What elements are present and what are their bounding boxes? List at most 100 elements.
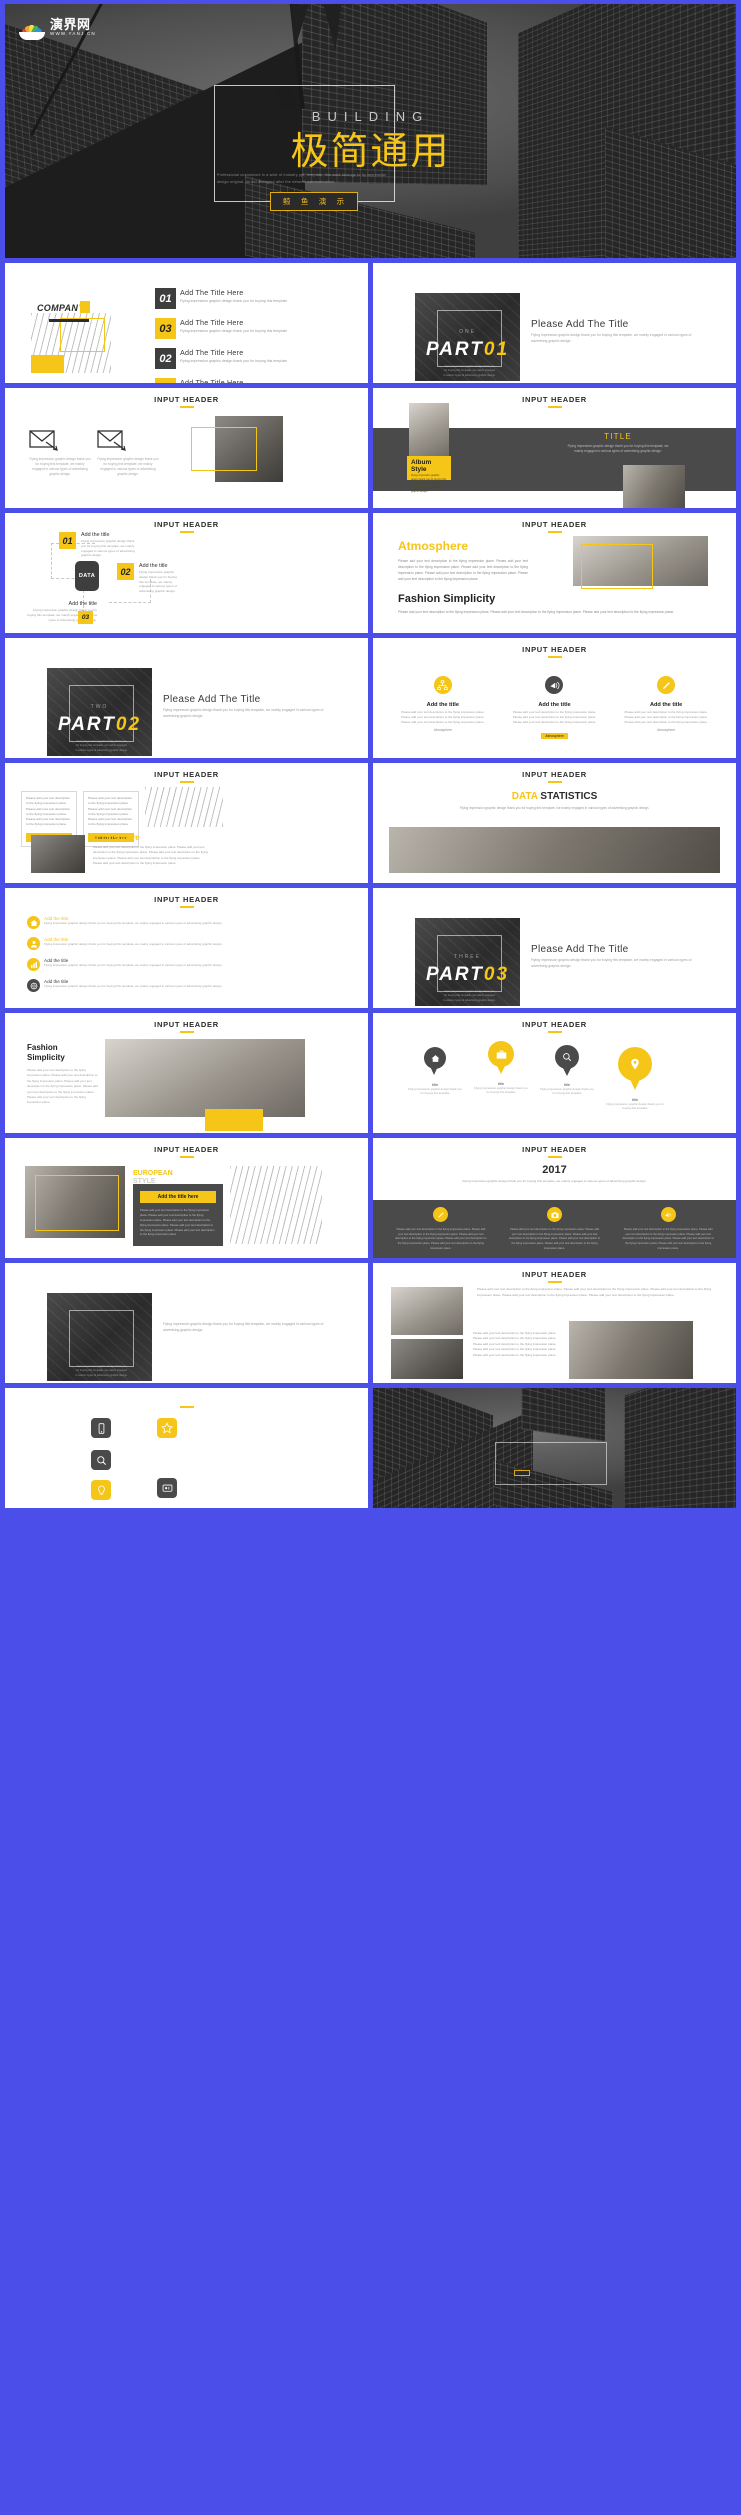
slide-part-01[interactable]: ONE PART01 Flying impression graphic des…	[373, 263, 736, 383]
icon-card[interactable]: Add the title Please add your text descr…	[510, 676, 598, 742]
feature-1[interactable]: Flying impression graphic design thank y…	[29, 430, 91, 478]
slide-header: INPUT HEADER	[522, 520, 587, 529]
card-body: Please add your text description to the …	[26, 796, 71, 827]
slide-european-style[interactable]: INPUT HEADER EUROPEAN STYLE Add the title…	[5, 1138, 368, 1258]
part-eyebrow: THREE	[454, 954, 481, 960]
step-title: Add the title	[81, 532, 110, 538]
slide-fashion-simplicity-photo[interactable]: INPUT HEADER Fashion Simplicity Please ad…	[5, 1013, 368, 1133]
slide-header: INPUT HEADER	[522, 770, 587, 779]
list-item[interactable]: Add the title Flying impression graphic …	[27, 937, 327, 950]
fashion-body: Please add your text description to the …	[398, 610, 675, 614]
part-label: PART03	[425, 964, 510, 985]
card-body: Please add your text description to the …	[508, 1228, 601, 1250]
card-button[interactable]: Add the title here	[140, 1191, 216, 1203]
slide-album-style[interactable]: INPUT HEADER Album Style Flying impressi…	[373, 388, 736, 508]
slide-header: INPUT HEADER	[154, 770, 219, 779]
office-photo-1	[391, 1287, 463, 1335]
step-1[interactable]: 01 Add the title Flying impression graph…	[59, 532, 136, 558]
slide-company-overview[interactable]: COMPANY 01 Add The Title Here Flying imp…	[5, 263, 368, 383]
grid-item[interactable]	[157, 1418, 247, 1438]
part-label: PART02	[57, 714, 142, 735]
slide-icon-grid-4[interactable]	[5, 1388, 368, 1508]
pin-card[interactable]: title Flying impression graphic design t…	[407, 1047, 463, 1096]
slide-atmosphere-photos[interactable]: INPUT HEADER Please add your text descri…	[373, 1263, 736, 1383]
pin-card[interactable]: title Flying impression graphic design t…	[539, 1045, 595, 1096]
slide-part-03[interactable]: THREE PART03 Flying impression graphic d…	[373, 888, 736, 1008]
step-number: 02	[117, 563, 134, 580]
grid-item[interactable]	[29, 1480, 111, 1500]
item-number: 03	[155, 318, 176, 339]
slide-thank-you[interactable]	[373, 1388, 736, 1508]
slide-two-cards-atmosphere[interactable]: INPUT HEADER Please add your text descri…	[5, 763, 368, 883]
slide-data-statistics[interactable]: INPUT HEADER DATA STATISTICS Flying impr…	[373, 763, 736, 883]
step-2[interactable]: 02 Add the title Flying impression graph…	[117, 563, 179, 594]
grid-item[interactable]	[29, 1418, 111, 1438]
year-card[interactable]: Please add your text description to the …	[387, 1200, 495, 1252]
accent-square	[80, 301, 90, 313]
part-card: ONE PART01 Flying impression graphic des…	[415, 293, 520, 381]
list-item[interactable]: 03 Add The Title Here Flying impression …	[155, 318, 356, 339]
home-icon	[431, 1054, 439, 1062]
location-pin-yellow-large-icon	[618, 1047, 652, 1091]
step-body: Flying impression graphic design thank y…	[81, 539, 135, 558]
slide-three-icons[interactable]: INPUT HEADER Add the title Please add yo…	[373, 638, 736, 758]
slide-part-04[interactable]: Flying impression graphic design thank y…	[5, 1263, 368, 1383]
slide-header: INPUT HEADER	[522, 1145, 587, 1154]
slide-four-rows-icons[interactable]: INPUT HEADER Add the title Flying impres…	[5, 888, 368, 1008]
slide-envelopes[interactable]: INPUT HEADER Flying impression graphic d…	[5, 388, 368, 508]
grid-item[interactable]	[157, 1478, 261, 1498]
album-right: TITLE Flying impression graphic design t…	[563, 432, 673, 455]
item-title: Add The Title Here	[180, 378, 244, 383]
list-item[interactable]: 02 Add The Title Here Flying impression …	[155, 348, 356, 369]
slide-header: INPUT HEADER	[154, 395, 219, 404]
office-photo-2	[391, 1339, 463, 1379]
year-card[interactable]: Please add your text description to the …	[501, 1200, 609, 1252]
list-item[interactable]: 04 Add The Title Here 淘宝店铺地址: https://sh…	[155, 378, 356, 383]
header-rule	[547, 781, 562, 783]
fashion-title: Fashion Simplicity	[398, 593, 496, 605]
slide-atmosphere-fashion[interactable]: INPUT HEADER Atmosphere Please add your …	[373, 513, 736, 633]
row-body: Flying impression graphic design thank y…	[44, 963, 223, 967]
album-badge-body: Flying impression graphic design thank y…	[411, 474, 447, 493]
thank-frame	[495, 1442, 607, 1485]
handshake-photo	[569, 1321, 693, 1379]
year-card[interactable]: Please add your text description to the …	[614, 1200, 722, 1252]
slide-data-diagram[interactable]: INPUT HEADER 01 Add the title Flying imp…	[5, 513, 368, 633]
card-title: Add the title	[649, 702, 683, 708]
icon-card[interactable]: Add the title Please add your text descr…	[622, 676, 710, 742]
item-title: Add The Title Here	[180, 348, 244, 357]
slide-four-pins[interactable]: INPUT HEADER title Flying impression gra…	[373, 1013, 736, 1133]
list-item[interactable]: Add the title Flying impression graphic …	[27, 958, 327, 971]
pin-card[interactable]: title Flying impression graphic design t…	[473, 1041, 529, 1095]
card-title: Add the title	[426, 702, 459, 708]
thank-badge	[514, 1470, 530, 1476]
feature-2[interactable]: Flying impression graphic design thank y…	[97, 430, 159, 478]
header-rule	[547, 1156, 562, 1158]
city-photo	[145, 787, 223, 827]
slide-header: INPUT HEADER	[154, 895, 219, 904]
album-badge[interactable]: Album Style Flying impression graphic de…	[407, 456, 451, 493]
list-item[interactable]: 01 Add The Title Here Flying impression …	[155, 288, 356, 309]
dark-card[interactable]: Add the title here Please add your text …	[133, 1184, 223, 1246]
location-pin-yellow-icon	[488, 1041, 514, 1075]
part-mini-text: Flying impression graphic design thank y…	[75, 740, 128, 752]
pin-card[interactable]: title Flying impression graphic design t…	[605, 1047, 665, 1111]
watermark-url: WWW.YANJ.CN	[50, 31, 96, 36]
chart-icon	[27, 958, 40, 971]
photo-accent-frame	[35, 1175, 119, 1231]
camera-icon	[547, 1207, 562, 1222]
fashion-body: Please add your text description to the …	[27, 1068, 98, 1105]
search-icon	[91, 1450, 111, 1470]
slide-grid: COMPANY 01 Add The Title Here Flying imp…	[0, 258, 741, 1513]
list-item[interactable]: Add the title Flying impression graphic …	[27, 979, 327, 992]
map-marker-icon	[631, 1058, 639, 1070]
envelope-icon	[29, 430, 58, 451]
header-rule	[547, 1281, 562, 1283]
slide-year-2017[interactable]: INPUT HEADER 2017 Flying impression grap…	[373, 1138, 736, 1258]
building-photo	[230, 1166, 322, 1244]
atmosphere-intro: Please add your text description to the …	[477, 1287, 712, 1297]
list-item[interactable]: Add the title Flying impression graphic …	[27, 916, 327, 929]
icon-card[interactable]: Add the title Please add your text descr…	[399, 676, 487, 742]
grid-item[interactable]	[29, 1450, 111, 1470]
slide-part-02[interactable]: TWO PART02 Flying impression graphic des…	[5, 638, 368, 758]
